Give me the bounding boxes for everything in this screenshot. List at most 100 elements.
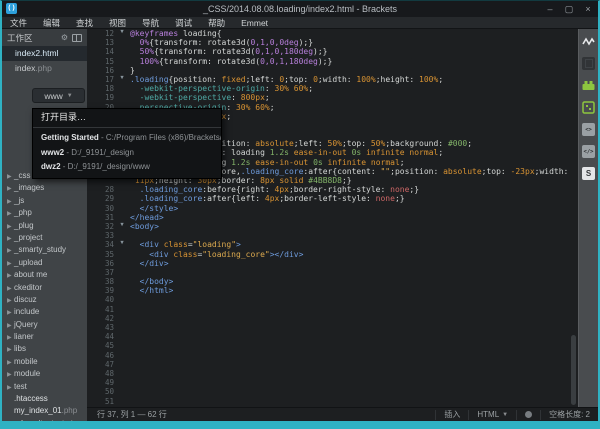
line-number: 35	[87, 250, 114, 259]
code-text: </head>	[130, 213, 164, 222]
project-dropdown-button[interactable]: www ▼	[32, 88, 85, 103]
tree-folder-item[interactable]: ▶test	[2, 381, 87, 393]
brick-extension-icon[interactable]	[582, 79, 595, 92]
code-line: 46	[87, 351, 578, 360]
fold-gutter	[114, 351, 130, 360]
code-line: 42	[87, 314, 578, 323]
fold-gutter	[114, 268, 130, 277]
line-number: 51	[87, 397, 114, 406]
code-line: 45	[87, 341, 578, 350]
tree-folder-item[interactable]: ▶discuz	[2, 294, 87, 306]
tree-file-item[interactable]: my_index_01.php	[2, 405, 87, 417]
tree-file-item[interactable]: .htaccess	[2, 393, 87, 405]
tree-label: _upload	[14, 258, 42, 267]
line-number: 19	[87, 93, 114, 102]
code-line: 51	[87, 397, 578, 406]
window-title: _CSS/2014.08.08.loading/index2.html - Br…	[2, 1, 598, 17]
menu-item-1[interactable]: 文件	[2, 17, 35, 29]
code-text: .loading_core:after{left: 4px;border-lef…	[130, 194, 405, 203]
working-file-item[interactable]: index2.html	[2, 46, 87, 61]
maximize-button[interactable]: ▢	[563, 4, 575, 15]
chevron-right-icon: ▶	[7, 382, 14, 394]
lint-status[interactable]	[516, 410, 540, 420]
chevron-down-icon: ▼	[67, 93, 73, 99]
line-number: 14	[87, 47, 114, 56]
line-number: 33	[87, 231, 114, 240]
open-folder-menu-item[interactable]: 打开目录…	[33, 109, 221, 126]
fold-arrow-icon[interactable]: ▼	[114, 29, 130, 38]
code-line: 14 50%{transform: rotate3d(0,1,0,180deg)…	[87, 47, 578, 56]
tree-folder-item[interactable]: ▶about me	[2, 269, 87, 281]
tree-folder-item[interactable]: ▶lianer	[2, 331, 87, 343]
tree-label: about me	[14, 270, 47, 279]
recent-folder-item[interactable]: Getting Started - C:/Program Files (x86)…	[33, 131, 221, 146]
code-line: 40	[87, 295, 578, 304]
fold-arrow-icon[interactable]: ▼	[114, 75, 130, 84]
indent-setting[interactable]: 空格长度: 2	[540, 410, 598, 420]
tree-folder-item[interactable]: ▶include	[2, 306, 87, 318]
minimize-button[interactable]: –	[544, 4, 556, 14]
code-text: }	[130, 66, 135, 75]
code-line: 38 </body>	[87, 277, 578, 286]
tree-folder-item[interactable]: ▶_project	[2, 232, 87, 244]
tree-file-item[interactable]: urlrewrite_test.php	[2, 418, 87, 421]
menu-item-2[interactable]: 编辑	[35, 17, 68, 29]
code-slash-icon[interactable]: </>	[582, 145, 595, 158]
plugin-box-icon[interactable]	[582, 101, 595, 114]
code-line: 47	[87, 360, 578, 369]
dim-glyph	[585, 59, 593, 68]
gear-icon[interactable]: ⚙	[61, 33, 68, 42]
line-number: 43	[87, 323, 114, 332]
tree-folder-item[interactable]: ▶module	[2, 368, 87, 380]
close-button[interactable]: ×	[582, 4, 594, 14]
fold-arrow-icon[interactable]: ▼	[114, 222, 130, 231]
menu-item-8[interactable]: Emmet	[233, 17, 276, 29]
tree-folder-item[interactable]: ▶_smarty_study	[2, 244, 87, 256]
line-number: 38	[87, 277, 114, 286]
tree-folder-item[interactable]: ▶libs	[2, 343, 87, 355]
code-line: 13 0%{transform: rotate3d(0,1,0,0deg);}	[87, 38, 578, 47]
menu-bar: 文件编辑查找视图导航调试帮助Emmet	[2, 17, 598, 29]
insert-mode-indicator[interactable]: 插入	[435, 410, 468, 420]
fold-arrow-icon[interactable]: ▼	[114, 240, 130, 249]
sass-icon[interactable]: S	[582, 167, 595, 180]
code-angle-icon[interactable]: <>	[582, 123, 595, 136]
code-editor[interactable]: 12▼@keyframes loading{13 0%{transform: r…	[87, 29, 578, 407]
tree-folder-item[interactable]: ▶_images	[2, 182, 87, 194]
tree-folder-item[interactable]: ▶jQuery	[2, 319, 87, 331]
menu-item-4[interactable]: 视图	[101, 17, 134, 29]
working-file-item[interactable]: index.php	[2, 61, 87, 76]
fold-gutter	[114, 66, 130, 75]
live-preview-icon[interactable]	[582, 35, 595, 48]
editor-scrollbar[interactable]	[571, 335, 576, 405]
recent-folder-item[interactable]: www2 - D:/_9191/_design	[33, 146, 221, 161]
code-line: 44	[87, 332, 578, 341]
tree-label: ckeditor	[14, 283, 42, 292]
file-tree: ▶_css▶_images▶_js▶_php▶_plug▶_project▶_s…	[2, 170, 87, 421]
chevron-right-icon: ▶	[7, 369, 14, 381]
chevron-right-icon: ▶	[7, 270, 14, 282]
fold-gutter	[114, 213, 130, 222]
tree-folder-item[interactable]: ▶mobile	[2, 356, 87, 368]
code-text: <div class="loading">	[130, 240, 241, 249]
language-switcher[interactable]: HTML ▼	[468, 410, 516, 420]
fold-gutter	[114, 185, 130, 194]
tree-folder-item[interactable]: ▶_php	[2, 207, 87, 219]
split-view-icon[interactable]	[72, 34, 82, 42]
tree-folder-item[interactable]: ▶_plug	[2, 220, 87, 232]
menu-item-6[interactable]: 调试	[167, 17, 200, 29]
menu-item-7[interactable]: 帮助	[200, 17, 233, 29]
recent-folder-item[interactable]: dwz2 - D:/_9191/_design/www	[33, 160, 221, 175]
fold-gutter	[114, 387, 130, 396]
menu-item-5[interactable]: 导航	[134, 17, 167, 29]
tree-folder-item[interactable]: ▶ckeditor	[2, 282, 87, 294]
code-line: 28 .loading_core:before{right: 4px;borde…	[87, 185, 578, 194]
extension-dim-icon[interactable]	[582, 57, 595, 70]
code-line: 19 -webkit-perspective: 800px;	[87, 93, 578, 102]
tree-folder-item[interactable]: ▶_upload	[2, 257, 87, 269]
menu-item-3[interactable]: 查找	[68, 17, 101, 29]
fold-gutter	[114, 295, 130, 304]
code-text: 50%{transform: rotate3d(0,1,0,180deg);}	[130, 47, 328, 56]
tree-folder-item[interactable]: ▶_js	[2, 195, 87, 207]
line-number: 40	[87, 295, 114, 304]
